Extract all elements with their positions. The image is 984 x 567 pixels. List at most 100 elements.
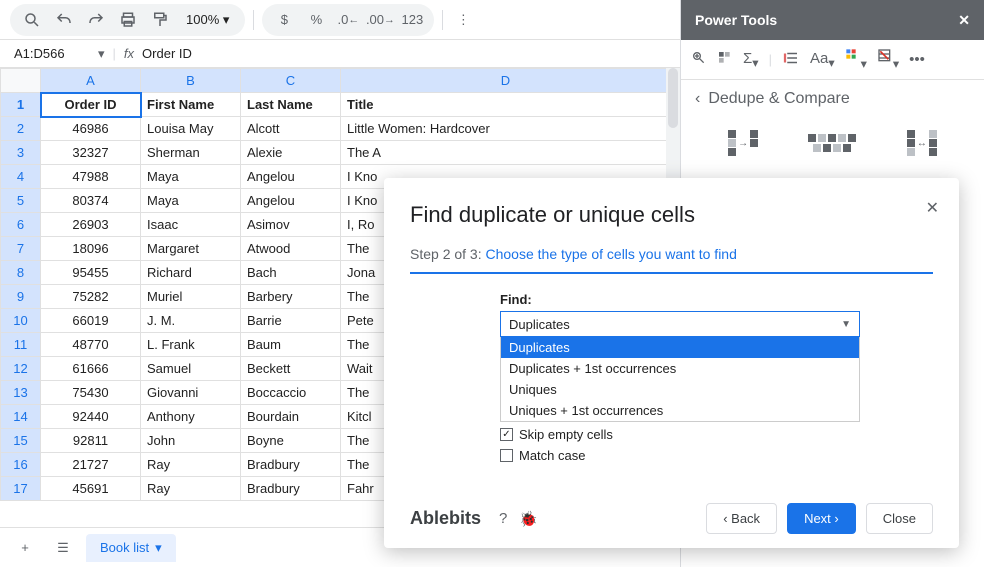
col-header-b[interactable]: B — [141, 69, 241, 93]
cell[interactable]: 61666 — [41, 357, 141, 381]
cell[interactable]: 45691 — [41, 477, 141, 501]
cell[interactable]: Asimov — [241, 213, 341, 237]
select-option[interactable]: Duplicates + 1st occurrences — [501, 358, 859, 379]
col-header-c[interactable]: C — [241, 69, 341, 93]
name-box[interactable]: A1:D566 — [10, 44, 90, 63]
cell[interactable]: J. M. — [141, 309, 241, 333]
cell[interactable]: Atwood — [241, 237, 341, 261]
cell[interactable]: Last Name — [241, 93, 341, 117]
row-header[interactable]: 4 — [1, 165, 41, 189]
cell[interactable]: 92811 — [41, 429, 141, 453]
more-icon[interactable]: ⋮ — [451, 8, 475, 32]
cell[interactable]: First Name — [141, 93, 241, 117]
cell[interactable]: 21727 — [41, 453, 141, 477]
cell[interactable]: Bradbury — [241, 477, 341, 501]
formula-bar[interactable]: Order ID — [142, 46, 192, 61]
chevron-left-icon[interactable]: ‹ — [695, 90, 700, 108]
row-header[interactable]: 13 — [1, 381, 41, 405]
row-header[interactable]: 6 — [1, 213, 41, 237]
undo-icon[interactable] — [52, 8, 76, 32]
dedupe-tool-3[interactable]: ↔ — [902, 128, 942, 158]
cell[interactable]: 66019 — [41, 309, 141, 333]
close-icon[interactable]: ✕ — [958, 12, 970, 29]
cell[interactable]: Muriel — [141, 285, 241, 309]
zoom-level[interactable]: 100% ▾ — [180, 12, 235, 28]
row-header[interactable]: 14 — [1, 405, 41, 429]
cell[interactable]: Bourdain — [241, 405, 341, 429]
sidebar-section-header[interactable]: ‹ Dedupe & Compare — [681, 80, 984, 118]
row-header[interactable]: 1 — [1, 93, 41, 117]
cell[interactable]: Anthony — [141, 405, 241, 429]
bug-icon[interactable]: 🐞 — [519, 510, 538, 528]
cell[interactable]: Alexie — [241, 141, 341, 165]
cell[interactable]: The A — [341, 141, 671, 165]
font-icon[interactable]: Aa▾ — [810, 50, 835, 70]
cell[interactable]: Maya — [141, 165, 241, 189]
cell[interactable]: Little Women: Hardcover — [341, 117, 671, 141]
cell[interactable]: Richard — [141, 261, 241, 285]
row-header[interactable]: 15 — [1, 429, 41, 453]
add-sheet-icon[interactable]: + — [10, 533, 40, 563]
search-icon[interactable] — [20, 8, 44, 32]
back-button[interactable]: ‹ Back — [706, 503, 777, 534]
cell[interactable]: Barrie — [241, 309, 341, 333]
cell[interactable]: Angelou — [241, 165, 341, 189]
help-icon[interactable]: ? — [499, 510, 507, 528]
row-header[interactable]: 3 — [1, 141, 41, 165]
cell[interactable]: Ray — [141, 477, 241, 501]
select-option[interactable]: Uniques — [501, 379, 859, 400]
cell[interactable]: Sherman — [141, 141, 241, 165]
percent-icon[interactable]: % — [304, 8, 328, 32]
cell[interactable]: Title — [341, 93, 671, 117]
match-case-checkbox[interactable]: Match case — [500, 448, 933, 463]
cell[interactable]: Isaac — [141, 213, 241, 237]
currency-icon[interactable]: $ — [272, 8, 296, 32]
col-header-a[interactable]: A — [41, 69, 141, 93]
close-icon[interactable]: ✕ — [926, 198, 939, 218]
row-header[interactable]: 17 — [1, 477, 41, 501]
grid-tool-icon[interactable]: ▾ — [845, 48, 867, 71]
more-icon[interactable]: ••• — [909, 51, 925, 68]
cell[interactable]: Bach — [241, 261, 341, 285]
cell[interactable]: Boyne — [241, 429, 341, 453]
next-button[interactable]: Next › — [787, 503, 856, 534]
row-header[interactable]: 11 — [1, 333, 41, 357]
row-header[interactable]: 9 — [1, 285, 41, 309]
clear-tool-icon[interactable]: ▾ — [877, 48, 899, 71]
cell[interactable]: 18096 — [41, 237, 141, 261]
cell[interactable]: Margaret — [141, 237, 241, 261]
fx-icon[interactable]: fx — [116, 46, 142, 61]
dedupe-tool-2[interactable] — [807, 128, 857, 158]
cell[interactable]: 75430 — [41, 381, 141, 405]
close-button[interactable]: Close — [866, 503, 933, 534]
row-header[interactable]: 2 — [1, 117, 41, 141]
row-header[interactable]: 7 — [1, 237, 41, 261]
cell[interactable]: Barbery — [241, 285, 341, 309]
cell[interactable]: L. Frank — [141, 333, 241, 357]
decrease-decimal-icon[interactable]: .0← — [336, 8, 360, 32]
print-icon[interactable] — [116, 8, 140, 32]
cell[interactable]: Louisa May — [141, 117, 241, 141]
cell[interactable]: 48770 — [41, 333, 141, 357]
cell[interactable]: Angelou — [241, 189, 341, 213]
row-header[interactable]: 8 — [1, 261, 41, 285]
row-header[interactable]: 12 — [1, 357, 41, 381]
sigma-icon[interactable]: Σ▾ — [743, 50, 759, 70]
cell[interactable]: Order ID — [41, 93, 141, 117]
find-type-select[interactable]: Duplicates ▼ Duplicates Duplicates + 1st… — [500, 311, 860, 337]
cell[interactable]: 75282 — [41, 285, 141, 309]
cell[interactable]: 46986 — [41, 117, 141, 141]
row-header[interactable]: 16 — [1, 453, 41, 477]
cell[interactable]: 95455 — [41, 261, 141, 285]
smart-toolbar-icon[interactable] — [691, 50, 707, 70]
col-header-d[interactable]: D — [341, 69, 671, 93]
text-tool-icon[interactable] — [782, 49, 800, 71]
cell[interactable]: Beckett — [241, 357, 341, 381]
cell[interactable]: 32327 — [41, 141, 141, 165]
increase-decimal-icon[interactable]: .00→ — [368, 8, 392, 32]
sheet-tab-active[interactable]: Book list▾ — [86, 534, 176, 562]
all-sheets-icon[interactable]: ☰ — [48, 533, 78, 563]
dedupe-tool-1[interactable]: → — [723, 128, 763, 158]
cell[interactable]: 92440 — [41, 405, 141, 429]
cell[interactable]: John — [141, 429, 241, 453]
